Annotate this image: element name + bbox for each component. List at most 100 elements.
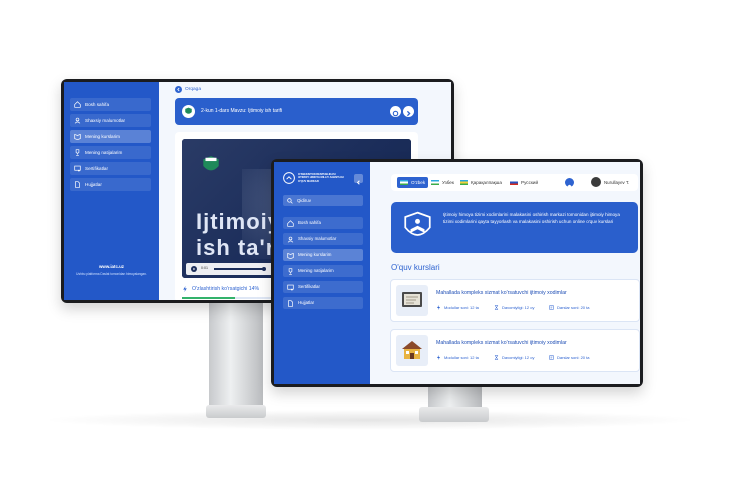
back-monitor-stand-neck	[209, 300, 263, 410]
user-icon	[287, 236, 294, 243]
avatar[interactable]	[591, 177, 601, 187]
course-modules: Modullar soni: 12 ta	[436, 355, 479, 360]
course-lessons-text: Darslar soni: 20 ta	[557, 305, 590, 310]
course-lessons: Darslar soni: 20 ta	[549, 305, 589, 310]
lang-uz-cyrillic[interactable]: Узбек	[431, 177, 454, 188]
hourglass-icon	[494, 305, 499, 310]
banner-text: Ijtimoiy himoya tizimi xodimlarini malak…	[443, 212, 620, 224]
certificate-icon	[287, 284, 294, 290]
chevron-left-icon	[356, 180, 360, 185]
emblem-icon	[283, 172, 295, 184]
back-sidebar-item-results[interactable]: Mening natijalarim	[70, 146, 151, 159]
back-link[interactable]: Orqaga	[175, 86, 201, 93]
search-placeholder: Qidiruv	[297, 198, 311, 203]
lang-label: O'zbek	[411, 180, 426, 185]
notifications-button[interactable]	[565, 178, 574, 188]
chevron-right-icon	[406, 110, 411, 117]
back-sidebar-item-home[interactable]: Bosh sahifa	[70, 98, 151, 111]
collapse-sidebar-button[interactable]	[354, 174, 363, 185]
org-name-line: O'QUV MARKAZI	[298, 179, 319, 183]
trophy-icon	[75, 149, 80, 156]
course-duration-text: Davomiyligi: 12 oy	[502, 355, 535, 360]
play-icon[interactable]	[191, 266, 197, 272]
site-url[interactable]: www.iatc.uz	[64, 264, 159, 269]
video-time: 0:01	[201, 266, 208, 270]
lightning-icon	[437, 355, 440, 360]
course-title: Mahallada kompleks xizmat ko'rsatuvchi i…	[436, 290, 567, 296]
top-bar: O'zbek Узбек Қарақалпақша Русский Nurull…	[391, 174, 638, 191]
house-icon	[402, 341, 422, 359]
floor-shadow	[40, 410, 700, 430]
course-duration: Davomiyligi: 12 oy	[494, 355, 534, 360]
video-progress-bar[interactable]	[214, 268, 264, 270]
lang-label: Русский	[521, 180, 539, 185]
course-thumbnail	[396, 335, 428, 366]
back-sidebar-item-profile[interactable]: Shaxsiy malumotlar	[70, 114, 151, 127]
lessons-icon	[549, 305, 554, 310]
course-card[interactable]: Mahallada kompleks xizmat ko'rsatuvchi i…	[390, 279, 640, 322]
uzbekistan-flag-icon	[400, 180, 408, 185]
search-input[interactable]: Qidiruv	[283, 195, 363, 206]
video-overlay-title-line2: ish ta'r	[196, 235, 276, 260]
front-sidebar-item-label: Mening kurslarim	[298, 252, 332, 257]
front-main: O'zbek Узбек Қарақалпақша Русский Nurull…	[370, 162, 640, 384]
lang-uz-latin[interactable]: O'zbek	[397, 177, 429, 188]
front-sidebar-item-home[interactable]: Bosh sahifa	[283, 217, 363, 229]
info-banner: Ijtimoiy himoya tizimi xodimlarini malak…	[391, 202, 638, 253]
book-icon	[287, 252, 294, 259]
document-icon	[288, 299, 293, 307]
progress-row: O'zlashtirish ko'rsatgichi 14%	[182, 286, 259, 292]
certificate-icon	[74, 165, 81, 172]
lesson-title: 2-kun 1-dars Mavzu: Ijtimoiy ish tarifi	[201, 108, 283, 114]
back-monitor-stand-base	[206, 405, 266, 418]
back-sidebar-item-label: Sertifikatlar	[85, 166, 108, 171]
front-sidebar: O'ZBEKISTON RESPUBLIKASI IJTIMOIY HIMOYA…	[274, 162, 370, 384]
front-sidebar-item-my-courses[interactable]: Mening kurslarim	[283, 249, 363, 261]
course-lessons-text: Darslar soni: 20 ta	[557, 355, 590, 360]
video-progress-handle[interactable]	[262, 266, 266, 271]
search-icon	[287, 197, 293, 204]
lesson-logo-icon	[182, 105, 195, 118]
back-sidebar-item-label: Hujjatlar	[85, 182, 102, 187]
front-sidebar-item-profile[interactable]: Shaxsiy malumotlar	[283, 233, 363, 245]
back-sidebar-item-documents[interactable]: Hujjatlar	[70, 178, 151, 191]
lang-karakalpak[interactable]: Қарақалпақша	[460, 177, 502, 188]
karakalpakstan-flag-icon	[460, 180, 468, 185]
uzbekistan-flag-icon	[431, 180, 439, 185]
course-card[interactable]: Mahallada kompleks xizmat ko'rsatuvchi i…	[390, 329, 640, 372]
emblem-icon	[200, 155, 222, 177]
gear-icon	[392, 110, 399, 117]
back-sidebar-item-certificates[interactable]: Sertifikatlar	[70, 162, 151, 175]
front-sidebar-item-label: Shaxsiy malumotlar	[298, 236, 337, 241]
back-sidebar: Bosh sahifa Shaxsiy malumotlar Mening ku…	[64, 82, 159, 300]
front-sidebar-item-label: Hujjatlar	[298, 300, 315, 305]
user-name[interactable]: Nurullayev T.	[604, 177, 629, 188]
back-sidebar-item-label: Mening kurslarim	[85, 134, 120, 139]
lang-russian[interactable]: Русский	[510, 177, 538, 188]
back-sidebar-item-label: Shaxsiy malumotlar	[85, 118, 126, 123]
progress-fill	[182, 297, 235, 299]
lang-label: Қарақалпақша	[471, 180, 502, 185]
home-icon	[74, 101, 81, 108]
course-modules: Modullar soni: 12 ta	[436, 305, 479, 310]
lang-label: Узбек	[442, 180, 454, 185]
back-sidebar-item-my-courses[interactable]: Mening kurslarim	[70, 130, 151, 143]
back-sidebar-item-label: Mening natijalarim	[85, 150, 123, 155]
video-overlay-title-line1: Ijtimoiy	[196, 209, 282, 234]
back-link-label: Orqaga	[185, 87, 201, 92]
course-modules-text: Modullar soni: 12 ta	[444, 355, 479, 360]
front-sidebar-item-certificates[interactable]: Sertifikatlar	[283, 281, 363, 293]
front-sidebar-item-results[interactable]: Mening natijalarim	[283, 265, 363, 277]
settings-button[interactable]	[390, 106, 401, 117]
org-logo: O'ZBEKISTON RESPUBLIKASI IJTIMOIY HIMOYA…	[283, 172, 344, 184]
front-sidebar-item-label: Bosh sahifa	[298, 220, 321, 225]
next-button[interactable]	[403, 106, 414, 117]
course-lessons: Darslar soni: 20 ta	[549, 355, 589, 360]
front-sidebar-item-documents[interactable]: Hujjatlar	[283, 297, 363, 309]
course-duration-text: Davomiyligi: 12 oy	[502, 305, 535, 310]
lesson-header: 2-kun 1-dars Mavzu: Ijtimoiy ish tarifi	[175, 98, 418, 125]
copyright-text: Ushbu platforma Davlat tomonidan himoyal…	[76, 272, 147, 276]
course-thumbnail	[396, 285, 428, 316]
front-screen: O'ZBEKISTON RESPUBLIKASI IJTIMOIY HIMOYA…	[274, 162, 640, 384]
bell-icon	[567, 184, 572, 188]
